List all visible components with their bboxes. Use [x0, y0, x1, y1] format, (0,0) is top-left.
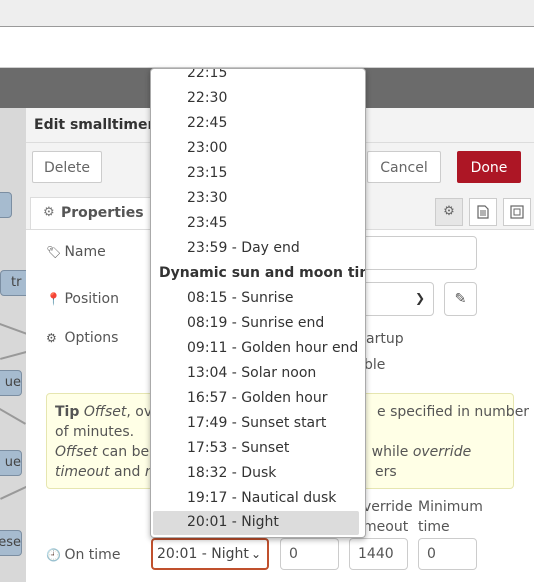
workspace-node-label: ese [0, 535, 21, 550]
workspace-node-label: ue [4, 455, 21, 470]
tip-text: timeout [55, 464, 110, 480]
chevron-down-icon: ❯ [414, 291, 425, 305]
tip-text: of minutes. [55, 424, 135, 440]
dropdown-option[interactable]: 13:04 - Solar noon [187, 361, 316, 386]
node-settings-gear-icon[interactable]: ⚙ [435, 198, 463, 226]
on-time-offset-input[interactable]: 0 [280, 538, 339, 570]
option-startup[interactable]: artup [366, 331, 404, 347]
position-label-text: Position [64, 291, 119, 307]
node-description-file-icon[interactable] [469, 198, 497, 226]
clock-icon: 🕘 [46, 548, 61, 562]
options-label: ⚙ Options [46, 330, 118, 346]
tip-text: ers [375, 464, 397, 480]
dropdown-option[interactable]: 16:57 - Golden hour [187, 386, 328, 411]
tip-bold: Tip [55, 404, 80, 420]
workspace-node[interactable]: ue [0, 370, 22, 396]
dropdown-option[interactable]: 22:45 [187, 111, 227, 136]
tab-properties-label: Properties [61, 205, 144, 221]
dropdown-option-selected[interactable]: 20:01 - Night [187, 510, 279, 535]
workspace-node-label: tr [11, 275, 22, 290]
dropdown-option[interactable]: 22:15 [187, 69, 227, 86]
wire [0, 323, 26, 336]
position-label: 📍 Position [46, 291, 119, 307]
pencil-icon: ✎ [454, 291, 467, 307]
browser-tab-bar [0, 0, 534, 27]
chevron-down-icon: ⌄ [250, 547, 261, 561]
on-time-label: 🕘 On time [46, 547, 120, 563]
dropdown-option[interactable]: 08:15 - Sunrise [187, 286, 293, 311]
dropdown-option[interactable]: 18:32 - Dusk [187, 461, 276, 486]
column-header-text: Minimum [418, 499, 483, 515]
flow-workspace[interactable]: tr ue ue ese [0, 108, 27, 582]
on-time-dropdown-list[interactable]: 22:15 22:30 22:45 23:00 23:15 23:30 23:4… [150, 68, 366, 538]
name-label-text: Name [64, 244, 106, 260]
tip-text: and [109, 464, 145, 480]
dropdown-option[interactable]: 17:49 - Sunset start [187, 411, 326, 436]
node-appearance-frame-icon[interactable] [503, 198, 531, 226]
dropdown-option[interactable]: 08:19 - Sunrise end [187, 311, 324, 336]
dropdown-option[interactable]: 23:30 [187, 186, 227, 211]
dropdown-option[interactable]: 19:17 - Nautical dusk [187, 486, 336, 511]
dropdown-option[interactable]: 23:45 [187, 211, 227, 236]
tag-icon: 🏷 [46, 245, 62, 259]
dropdown-option[interactable]: 09:11 - Golden hour end [187, 336, 358, 361]
tip-text: override [412, 444, 472, 460]
browser-address-bar[interactable] [0, 27, 534, 68]
override-timeout-input[interactable]: 1440 [349, 538, 408, 570]
map-marker-icon: 📍 [46, 292, 61, 306]
on-time-select[interactable]: 20:01 - Night ⌄ [151, 538, 269, 570]
gear-icon: ⚙ [46, 331, 57, 345]
edit-position-button[interactable]: ✎ [444, 282, 477, 316]
option-enable[interactable]: ble [364, 357, 385, 373]
dropdown-option[interactable]: 22:30 [187, 86, 227, 111]
tip-text: e specified in number [377, 404, 530, 420]
tip-text: Offset [83, 404, 127, 420]
column-header-text: verride [363, 499, 413, 515]
done-button[interactable]: Done [457, 151, 521, 183]
workspace-node[interactable]: tr [0, 270, 26, 296]
dropdown-group-label: Dynamic sun and moon times [159, 265, 365, 281]
wire [0, 485, 26, 500]
dropdown-option[interactable]: 17:53 - Sunset [187, 436, 289, 461]
wire [0, 350, 26, 360]
tab-properties[interactable]: ⚙ Properties [30, 197, 170, 229]
workspace-node-label: ue [4, 375, 21, 390]
workspace-node[interactable]: ese [0, 530, 22, 556]
dropdown-option[interactable]: 23:59 - Day end [187, 236, 300, 261]
column-header-text: meout [363, 519, 409, 535]
minimum-time-header: Minimum time [418, 497, 483, 537]
minimum-time-input[interactable]: 0 [418, 538, 477, 570]
dropdown-option[interactable]: 23:00 [187, 136, 227, 161]
workspace-node[interactable]: ue [0, 450, 22, 476]
dropdown-option[interactable]: 23:15 [187, 161, 227, 186]
name-label: 🏷 Name [46, 244, 106, 260]
cancel-button[interactable]: Cancel [367, 151, 441, 183]
override-timeout-header: verride meout [363, 497, 413, 537]
options-label-text: Options [64, 330, 119, 346]
delete-button[interactable]: Delete [32, 151, 102, 183]
on-time-label-text: On time [64, 547, 121, 563]
gear-icon: ⚙ [43, 205, 55, 220]
on-time-select-value: 20:01 - Night [157, 546, 249, 562]
workspace-node[interactable] [0, 192, 12, 218]
tip-text: Offset [55, 444, 98, 460]
column-header-text: time [418, 519, 450, 535]
wire [0, 408, 26, 425]
